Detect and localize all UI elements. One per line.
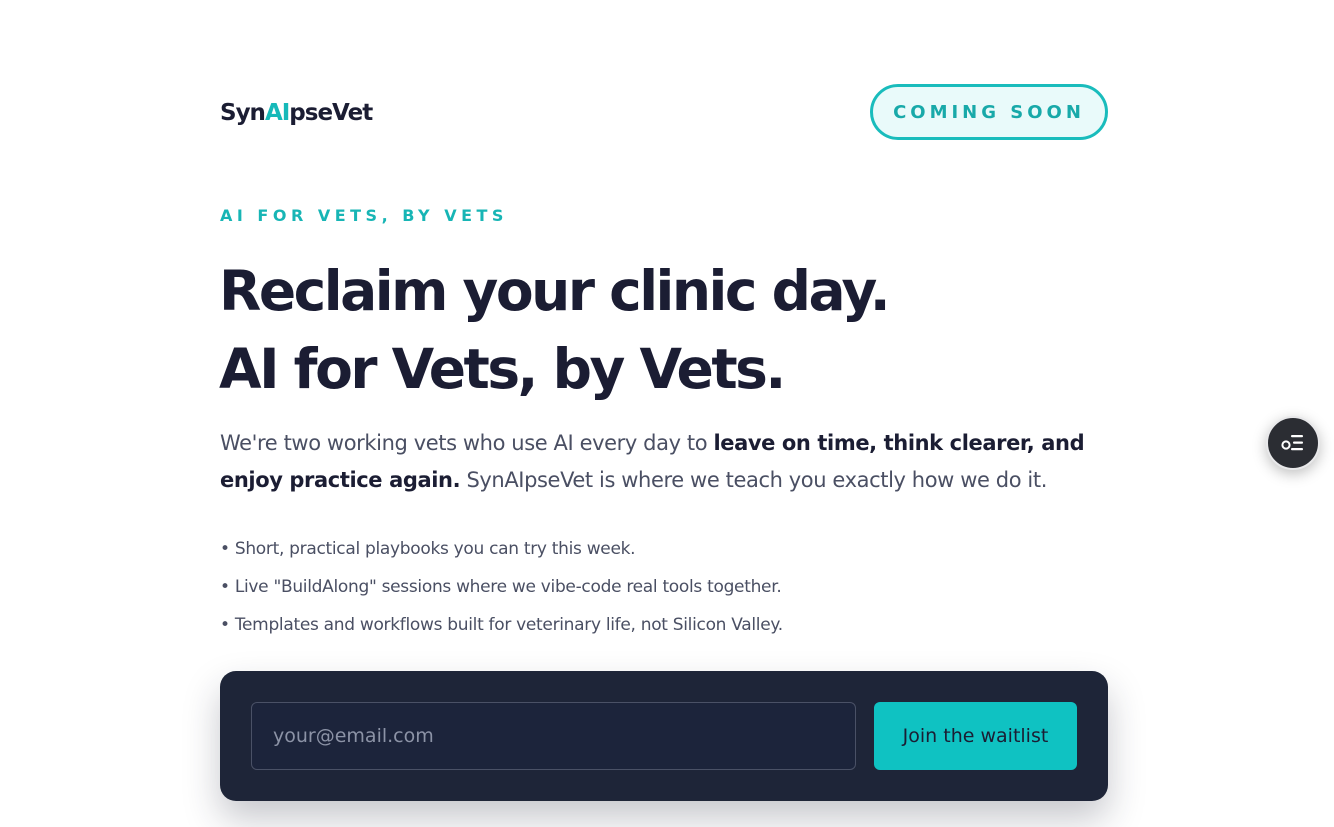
- list-settings-icon: [1281, 435, 1303, 451]
- logo-text-start: Syn: [220, 100, 266, 126]
- intro-text-start: We're two working vets who use AI every …: [220, 431, 714, 455]
- email-input[interactable]: [251, 702, 856, 770]
- feature-list: • Short, practical playbooks you can try…: [220, 530, 783, 644]
- hero-headline: Reclaim your clinic day. AI for Vets, by…: [219, 252, 891, 408]
- logo[interactable]: SynAIpseVet: [220, 100, 373, 126]
- logo-text-end: pseVet: [289, 100, 373, 126]
- coming-soon-badge: COMING SOON: [870, 84, 1108, 140]
- feature-list-item: • Templates and workflows built for vete…: [220, 615, 783, 635]
- join-waitlist-button[interactable]: Join the waitlist: [874, 702, 1077, 770]
- intro-text-end: SynAIpseVet is where we teach you exactl…: [460, 468, 1047, 492]
- hero-eyebrow: AI FOR VETS, BY VETS: [220, 206, 508, 225]
- feature-list-item: • Live "BuildAlong" sessions where we vi…: [220, 577, 782, 597]
- logo-text-accent: AI: [264, 100, 290, 126]
- feature-list-item: • Short, practical playbooks you can try…: [220, 539, 636, 559]
- waitlist-form: Join the waitlist: [220, 671, 1108, 801]
- headline-line-1: Reclaim your clinic day.: [219, 259, 891, 323]
- headline-line-2: AI for Vets, by Vets.: [219, 337, 786, 401]
- site-header: SynAIpseVet COMING SOON: [220, 84, 1108, 144]
- floating-menu-button[interactable]: [1266, 416, 1320, 470]
- hero-intro: We're two working vets who use AI every …: [220, 425, 1100, 499]
